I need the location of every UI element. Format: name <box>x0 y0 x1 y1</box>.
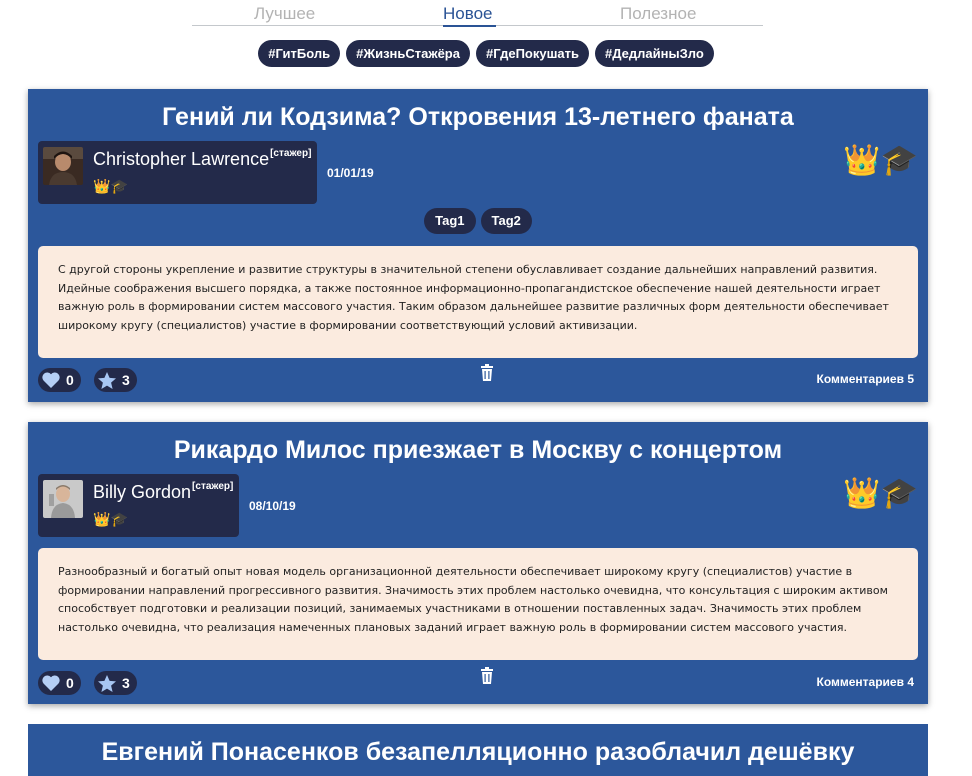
post-footer: 0 3 Комментариев 5 <box>38 364 918 392</box>
post-card: Рикардо Милос приезжает в Москву с конце… <box>28 422 928 704</box>
author-name[interactable]: Billy Gordon[стажер] <box>93 481 234 503</box>
like-count: 0 <box>66 372 74 388</box>
star-icon <box>96 672 118 694</box>
author-name[interactable]: Christopher Lawrence[стажер] <box>93 148 312 170</box>
author-badges: 👑🎓 <box>93 179 128 195</box>
favorite-count: 3 <box>122 675 130 691</box>
author-role: [стажер] <box>192 481 234 492</box>
crown-icon: 👑 <box>93 512 111 528</box>
post-content: С другой стороны укрепление и развитие с… <box>38 246 918 358</box>
hashtag-git-pain[interactable]: #ГитБоль <box>258 40 341 67</box>
post-date: 08/10/19 <box>249 499 296 513</box>
author-block[interactable]: Christopher Lawrence[стажер] 👑🎓 <box>38 141 317 204</box>
graduation-cap-icon: 🎓 <box>880 476 918 511</box>
post-title[interactable]: Рикардо Милос приезжает в Москву с конце… <box>28 436 928 465</box>
favorite-button[interactable]: 3 <box>94 368 137 392</box>
post-title[interactable]: Гений ли Кодзима? Откровения 13-летнего … <box>28 103 928 132</box>
author-role: [стажер] <box>270 148 312 159</box>
tab-best[interactable]: Лучшее <box>254 4 315 24</box>
hashtag-filters: #ГитБоль #ЖизньСтажёра #ГдеПокушать #Дед… <box>0 40 972 67</box>
like-count: 0 <box>66 675 74 691</box>
hashtag-where-to-eat[interactable]: #ГдеПокушать <box>475 40 590 67</box>
avatar[interactable] <box>43 480 83 518</box>
trash-icon[interactable] <box>480 364 494 382</box>
crown-icon: 👑 <box>843 143 881 178</box>
graduation-cap-icon: 🎓 <box>110 512 128 528</box>
post-content: Разнообразный и богатый опыт новая модел… <box>38 548 918 660</box>
author-badges: 👑🎓 <box>93 512 128 528</box>
author-block[interactable]: Billy Gordon[стажер] 👑🎓 <box>38 474 239 537</box>
like-button[interactable]: 0 <box>38 368 81 392</box>
post-title[interactable]: Евгений Понасенков безапелляционно разоб… <box>28 738 928 767</box>
post-card: Евгений Понасенков безапелляционно разоб… <box>28 724 928 776</box>
post-date: 01/01/19 <box>327 166 374 180</box>
graduation-cap-icon: 🎓 <box>110 179 128 195</box>
tag-chip[interactable]: Tag2 <box>480 208 532 234</box>
crown-icon: 👑 <box>843 476 881 511</box>
comments-link[interactable]: Комментариев 5 <box>817 372 915 386</box>
graduation-cap-icon: 🎓 <box>880 143 918 178</box>
trash-icon[interactable] <box>480 667 494 685</box>
hashtag-deadlines-evil[interactable]: #ДедлайныЗло <box>595 40 714 67</box>
feed-tabs: Лучшее Новое Полезное <box>192 0 763 27</box>
hashtag-intern-life[interactable]: #ЖизньСтажёра <box>346 40 470 67</box>
post-tags: Tag1 Tag2 <box>28 208 928 234</box>
post-badges: 👑🎓 <box>843 478 918 510</box>
like-button[interactable]: 0 <box>38 671 81 695</box>
tab-useful[interactable]: Полезное <box>620 4 696 24</box>
post-footer: 0 3 Комментариев 4 <box>38 667 918 695</box>
post-card: Гений ли Кодзима? Откровения 13-летнего … <box>28 89 928 402</box>
tab-new[interactable]: Новое <box>443 4 492 24</box>
star-icon <box>96 369 118 391</box>
post-badges: 👑🎓 <box>843 145 918 177</box>
comments-link[interactable]: Комментариев 4 <box>817 675 915 689</box>
favorite-count: 3 <box>122 372 130 388</box>
tag-chip[interactable]: Tag1 <box>424 208 476 234</box>
heart-icon <box>40 672 62 694</box>
favorite-button[interactable]: 3 <box>94 671 137 695</box>
avatar[interactable] <box>43 147 83 185</box>
crown-icon: 👑 <box>93 179 111 195</box>
active-tab-indicator <box>443 25 496 27</box>
heart-icon <box>40 369 62 391</box>
